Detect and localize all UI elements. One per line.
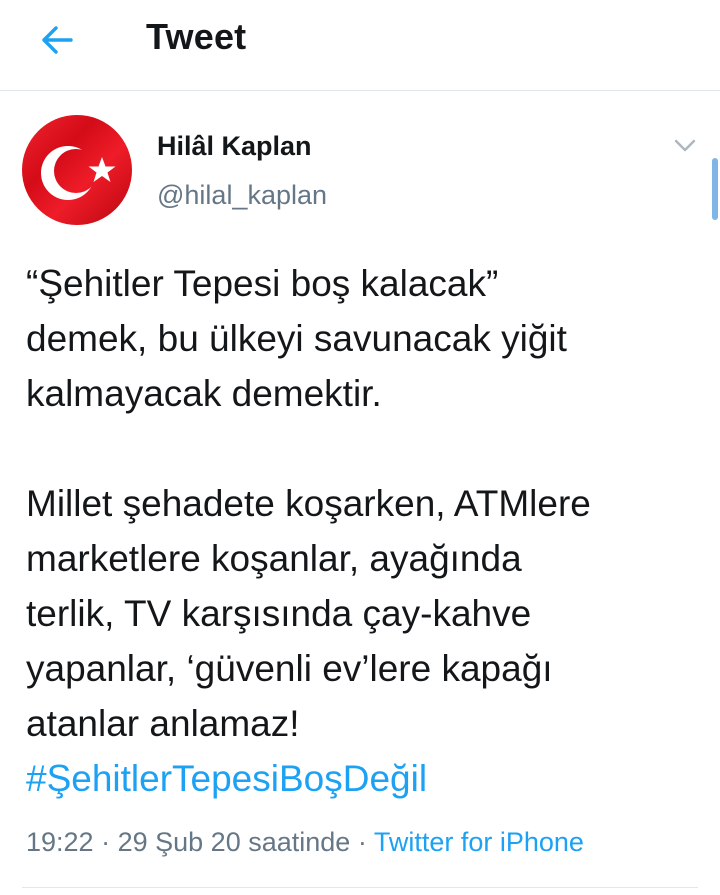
tweet-paragraph: “Şehitler Tepesi boş kalacak” demek, bu … — [26, 263, 567, 414]
meta-separator: · — [101, 827, 111, 857]
divider — [22, 887, 698, 888]
arrow-left-icon — [42, 26, 73, 54]
top-bar: Tweet — [0, 0, 720, 91]
author-handle[interactable]: @hilal_kaplan — [157, 180, 327, 211]
chevron-down-icon — [674, 139, 696, 152]
back-button[interactable] — [32, 20, 80, 60]
hashtag-link[interactable]: #ŞehitlerTepesiBoşDeğil — [26, 751, 716, 806]
scrollbar[interactable] — [712, 158, 718, 220]
tweet-time: 19:22 — [26, 827, 94, 857]
tweet-meta: 19:22 · 29 Şub 20 saatinde · Twitter for… — [26, 827, 584, 858]
tweet-menu-button[interactable] — [668, 132, 702, 160]
page-title: Tweet — [146, 16, 247, 57]
avatar[interactable] — [22, 115, 132, 225]
tweet-paragraph: Millet şehadete koşarken, ATMlere market… — [26, 483, 591, 744]
tweet-source-link[interactable]: Twitter for iPhone — [374, 827, 584, 857]
tweet-date: 29 Şub 20 saatinde — [117, 827, 351, 857]
author-name[interactable]: Hilâl Kaplan — [157, 131, 312, 162]
tweet-text: “Şehitler Tepesi boş kalacak” demek, bu … — [26, 256, 716, 806]
turkish-flag-avatar — [22, 115, 132, 225]
meta-separator: · — [357, 827, 367, 857]
